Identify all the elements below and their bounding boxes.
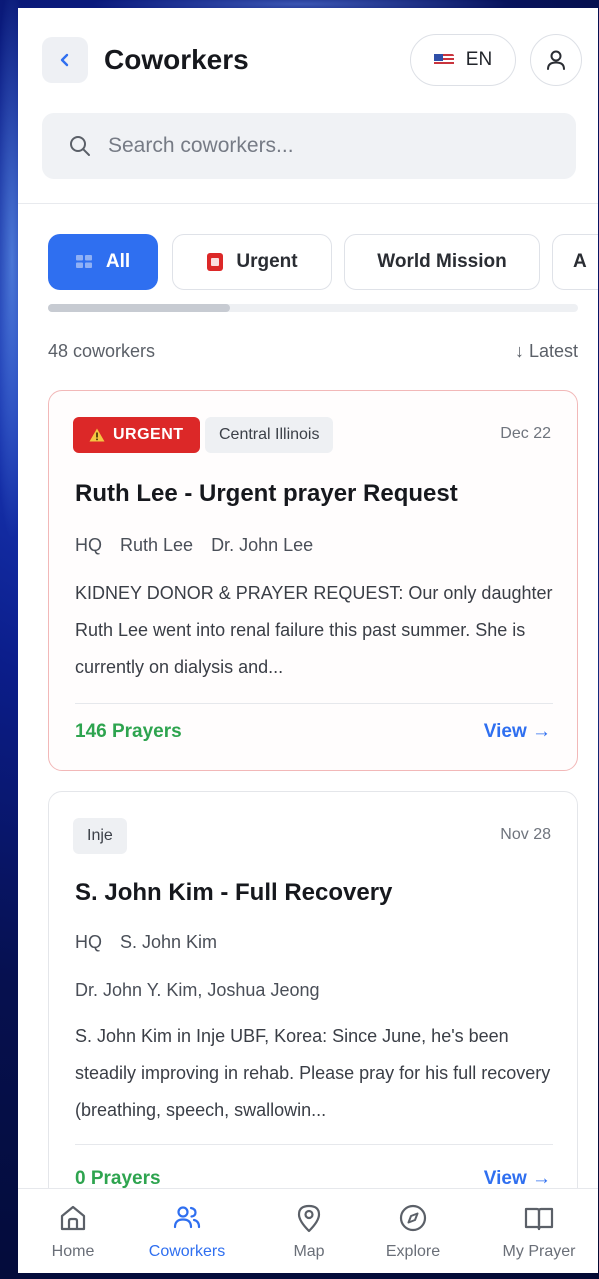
nav-my-prayer[interactable]: My Prayer <box>484 1189 594 1273</box>
card-date: Nov 28 <box>500 826 551 843</box>
view-link[interactable]: View → <box>484 721 551 743</box>
nav-label: Map <box>293 1243 325 1260</box>
card-meta-contacts: Dr. John Y. Kim, Joshua Jeong <box>75 980 320 1001</box>
card-title: S. John Kim - Full Recovery <box>75 879 393 906</box>
card-divider <box>75 1144 553 1145</box>
profile-button[interactable] <box>530 34 582 86</box>
prayer-count: 146 Prayers <box>75 721 182 742</box>
filter-chips: All Urgent World Mission A <box>48 234 598 292</box>
list-header: 48 coworkers ↓ Latest <box>48 341 578 362</box>
card-title: Ruth Lee - Urgent prayer Request <box>75 480 458 507</box>
grid-icon <box>75 255 92 268</box>
filter-scrollbar[interactable] <box>48 304 578 312</box>
filter-chip-label: A <box>573 251 587 272</box>
language-button[interactable]: EN <box>410 34 516 86</box>
filter-scrollbar-thumb[interactable] <box>48 304 230 312</box>
view-link[interactable]: View → <box>484 1168 551 1190</box>
meta-person: S. John Kim <box>120 932 218 952</box>
nav-home[interactable]: Home <box>18 1189 128 1273</box>
chevron-left-icon <box>60 53 69 67</box>
user-icon <box>547 50 565 70</box>
app-screen: Coworkers EN Al <box>18 8 598 1273</box>
nav-explore[interactable]: Explore <box>358 1189 468 1273</box>
meta-chapter: HQ <box>75 535 102 555</box>
coworker-count: 48 coworkers <box>48 341 156 361</box>
meta-contact: Dr. John Lee <box>211 535 314 555</box>
card-meta: HQ S. John Kim <box>75 932 217 953</box>
meta-chapter: HQ <box>75 932 102 952</box>
search-input[interactable] <box>106 133 550 159</box>
nav-label: Coworkers <box>148 1243 226 1260</box>
filter-chip-all[interactable]: All <box>48 234 158 290</box>
users-icon <box>173 1206 201 1229</box>
nav-label: Explore <box>385 1243 441 1260</box>
map-pin-icon <box>297 1204 321 1233</box>
prayer-card[interactable]: URGENT Central Illinois Dec 22 Ruth Lee … <box>48 390 578 771</box>
card-meta: HQ Ruth Lee Dr. John Lee <box>75 535 313 556</box>
region-badge: Inje <box>73 818 127 854</box>
prayer-card[interactable]: Inje Nov 28 S. John Kim - Full Recovery … <box>48 791 578 1221</box>
meta-person: Ruth Lee <box>120 535 194 555</box>
card-description: KIDNEY DONOR & PRAYER REQUEST: Our only … <box>75 583 553 677</box>
urgent-badge-label: URGENT <box>113 426 184 443</box>
filter-chip-urgent[interactable]: Urgent <box>172 234 332 290</box>
filter-chip-more[interactable]: A <box>552 234 598 290</box>
search-icon <box>70 136 90 156</box>
nav-label: Home <box>51 1243 95 1260</box>
filter-chip-label: All <box>105 251 131 272</box>
book-icon <box>524 1207 554 1231</box>
prayer-count: 0 Prayers <box>75 1168 161 1189</box>
bottom-nav: Home Coworkers Map Explore My Prayer <box>18 1188 598 1273</box>
card-date: Dec 22 <box>500 425 551 442</box>
page-title: Coworkers <box>104 44 249 75</box>
region-badge: Central Illinois <box>205 417 334 453</box>
home-icon <box>60 1205 86 1231</box>
sort-button[interactable]: ↓ Latest <box>515 341 578 362</box>
urgent-badge: URGENT <box>73 417 200 453</box>
nav-map[interactable]: Map <box>254 1189 364 1273</box>
us-flag-icon <box>433 54 454 66</box>
nav-label: My Prayer <box>502 1243 576 1260</box>
urgent-icon <box>207 253 224 271</box>
back-button[interactable] <box>42 37 88 83</box>
filter-chip-label: Urgent <box>236 251 298 272</box>
meta-contacts: Dr. John Y. Kim, Joshua Jeong <box>75 980 320 1000</box>
filter-chip-world-mission[interactable]: World Mission <box>344 234 540 290</box>
language-label: EN <box>465 49 493 70</box>
warning-icon <box>89 428 105 442</box>
card-divider <box>75 703 553 704</box>
nav-coworkers[interactable]: Coworkers <box>132 1189 242 1273</box>
header: Coworkers EN <box>18 8 598 204</box>
search-box[interactable] <box>42 113 576 179</box>
card-description: S. John Kim in Inje UBF, Korea: Since Ju… <box>75 1026 551 1120</box>
compass-icon <box>399 1204 427 1232</box>
filter-chip-label: World Mission <box>377 251 507 272</box>
